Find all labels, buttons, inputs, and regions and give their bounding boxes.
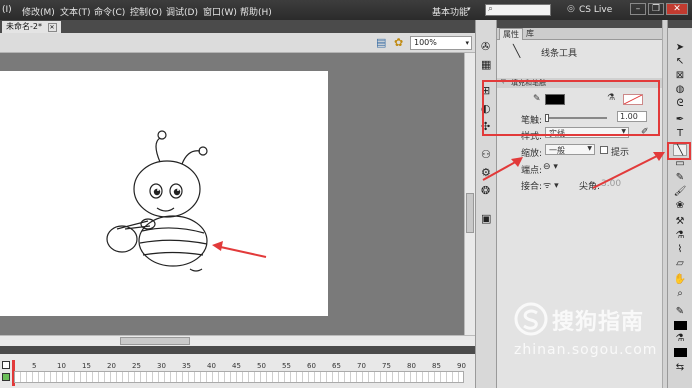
- layer-color-icon[interactable]: [2, 373, 10, 381]
- bone-tool-icon[interactable]: ⚒: [673, 216, 687, 228]
- watermark-brand: 搜狗指南: [552, 310, 645, 335]
- search-icon: ⌕: [488, 4, 494, 14]
- zoom-value: 100%: [414, 38, 437, 47]
- frame-number: 10: [57, 362, 66, 370]
- deco-tool-icon[interactable]: ❀: [673, 200, 687, 212]
- line-tool-icon: ╲: [513, 44, 521, 58]
- timeline-panel: 5 10 15 20 25 30 35 40 45 50 55 60 65 70 75 80 85 90: [0, 346, 475, 388]
- restore-button[interactable]: ❐: [648, 3, 664, 15]
- menu-item-insert[interactable]: (I): [2, 5, 12, 15]
- zoom-tool-icon[interactable]: ⌕: [673, 288, 687, 300]
- sogou-logo-icon: [514, 302, 548, 336]
- document-tab[interactable]: 未命名-2* ✕: [2, 21, 61, 33]
- cs-live-icon: ◎: [567, 4, 575, 14]
- panel-header: [497, 20, 667, 28]
- document-tab-label: 未命名-2*: [6, 22, 42, 31]
- frame-number: 70: [357, 362, 366, 370]
- swatches-panel-icon[interactable]: ▦: [481, 58, 491, 71]
- paint-bucket-tool-icon[interactable]: ⚗: [673, 230, 687, 242]
- minimize-button[interactable]: –: [630, 3, 646, 15]
- frame-number: 50: [257, 362, 266, 370]
- frame-number: 5: [32, 362, 37, 370]
- layer-outline-icon[interactable]: [2, 361, 10, 369]
- frame-number: 30: [157, 362, 166, 370]
- free-transform-tool-icon[interactable]: ⊠: [673, 70, 687, 82]
- bee-drawing: [106, 130, 267, 272]
- close-tab-icon[interactable]: ✕: [47, 23, 57, 32]
- text-tool-icon[interactable]: T: [673, 128, 687, 140]
- frame-number: 35: [182, 362, 191, 370]
- frame-ruler: 5 10 15 20 25 30 35 40 45 50 55 60 65 70 75 80 85 90: [14, 362, 466, 370]
- eraser-tool-icon[interactable]: ▱: [673, 258, 687, 270]
- edit-symbol-icon[interactable]: ✿: [394, 36, 403, 49]
- tool-name: 线条工具: [541, 49, 578, 59]
- search-input[interactable]: ⌕: [485, 4, 551, 16]
- frame-cells[interactable]: [14, 371, 464, 383]
- edit-bar: ▤ ✿ 100% ▾: [0, 33, 475, 53]
- frame-number: 75: [382, 362, 391, 370]
- tab-properties[interactable]: 属性: [499, 28, 523, 40]
- menu-item-commands[interactable]: 命令(C): [94, 5, 125, 18]
- library-panel-icon[interactable]: ▣: [481, 212, 491, 225]
- close-button[interactable]: ✕: [666, 3, 688, 15]
- menu-item-control[interactable]: 控制(O): [130, 5, 162, 18]
- watermark: 搜狗指南 zhinan.sogou.com: [510, 300, 690, 380]
- frame-number: 85: [432, 362, 441, 370]
- menu-item-text[interactable]: 文本(T): [60, 5, 91, 18]
- scrollbar-thumb[interactable]: [120, 337, 190, 345]
- frame-number: 55: [282, 362, 291, 370]
- stage-vertical-scrollbar[interactable]: [464, 53, 475, 335]
- eyedropper-tool-icon[interactable]: ⌇: [673, 244, 687, 256]
- frame-number: 20: [107, 362, 116, 370]
- workspace-switcher[interactable]: 基本功能: [432, 5, 468, 18]
- tools-header: [668, 20, 692, 28]
- panel-icon-column: ✇ ▦ ⊞ ◐ ✣ ⚇ ⚙ ❂ ▣: [475, 20, 497, 388]
- document-tab-bar: 未命名-2* ✕: [0, 20, 475, 33]
- frame-number: 15: [82, 362, 91, 370]
- pen-tool-icon[interactable]: ✒: [673, 114, 687, 126]
- stage-horizontal-scrollbar[interactable]: [0, 335, 475, 346]
- pencil-tool-icon[interactable]: ✎: [673, 172, 687, 184]
- menu-bar: (I) 修改(M) 文本(T) 命令(C) 控制(O) 调试(D) 窗口(W) …: [0, 0, 692, 20]
- frame-number: 25: [132, 362, 141, 370]
- watermark-url: zhinan.sogou.com: [514, 342, 658, 358]
- tab-library[interactable]: 库: [523, 28, 537, 39]
- menu-item-window[interactable]: 窗口(W): [203, 5, 237, 18]
- annotation-box-line-tool: [667, 142, 691, 160]
- frame-number: 65: [332, 362, 341, 370]
- edit-scene-icon[interactable]: ▤: [376, 36, 386, 49]
- annotation-box-fill-stroke: [482, 80, 660, 136]
- menu-item-modify[interactable]: 修改(M): [22, 5, 55, 18]
- frame-number: 45: [232, 362, 241, 370]
- stage-canvas[interactable]: [0, 71, 328, 316]
- scrollbar-thumb[interactable]: [466, 193, 474, 233]
- frame-number: 60: [307, 362, 316, 370]
- color-panel-icon[interactable]: ✇: [481, 40, 490, 53]
- subselection-tool-icon[interactable]: ↖: [673, 56, 687, 68]
- chevron-down-icon: ▾: [465, 39, 469, 47]
- lasso-tool-icon[interactable]: ᘓ: [673, 98, 687, 110]
- stage-pasteboard: [0, 53, 464, 335]
- 3d-rotation-tool-icon[interactable]: ◍: [673, 84, 687, 96]
- timeline-header: [0, 346, 475, 354]
- frame-number: 90: [457, 362, 466, 370]
- panel-tab-bar: 属性 库: [497, 28, 667, 40]
- hand-tool-icon[interactable]: ✋: [673, 274, 687, 286]
- annotation-arrow-left: [482, 152, 665, 189]
- cs-live-label[interactable]: CS Live: [579, 5, 612, 15]
- menu-item-help[interactable]: 帮助(H): [240, 5, 272, 18]
- brush-tool-icon[interactable]: 🖌: [673, 186, 687, 198]
- menu-item-debug[interactable]: 调试(D): [166, 5, 198, 18]
- frame-number: 40: [207, 362, 216, 370]
- zoom-select[interactable]: 100% ▾: [410, 36, 472, 50]
- frame-number: 80: [407, 362, 416, 370]
- selection-tool-icon[interactable]: ➤: [673, 42, 687, 54]
- workspace-dropdown-icon[interactable]: ▾: [467, 5, 471, 13]
